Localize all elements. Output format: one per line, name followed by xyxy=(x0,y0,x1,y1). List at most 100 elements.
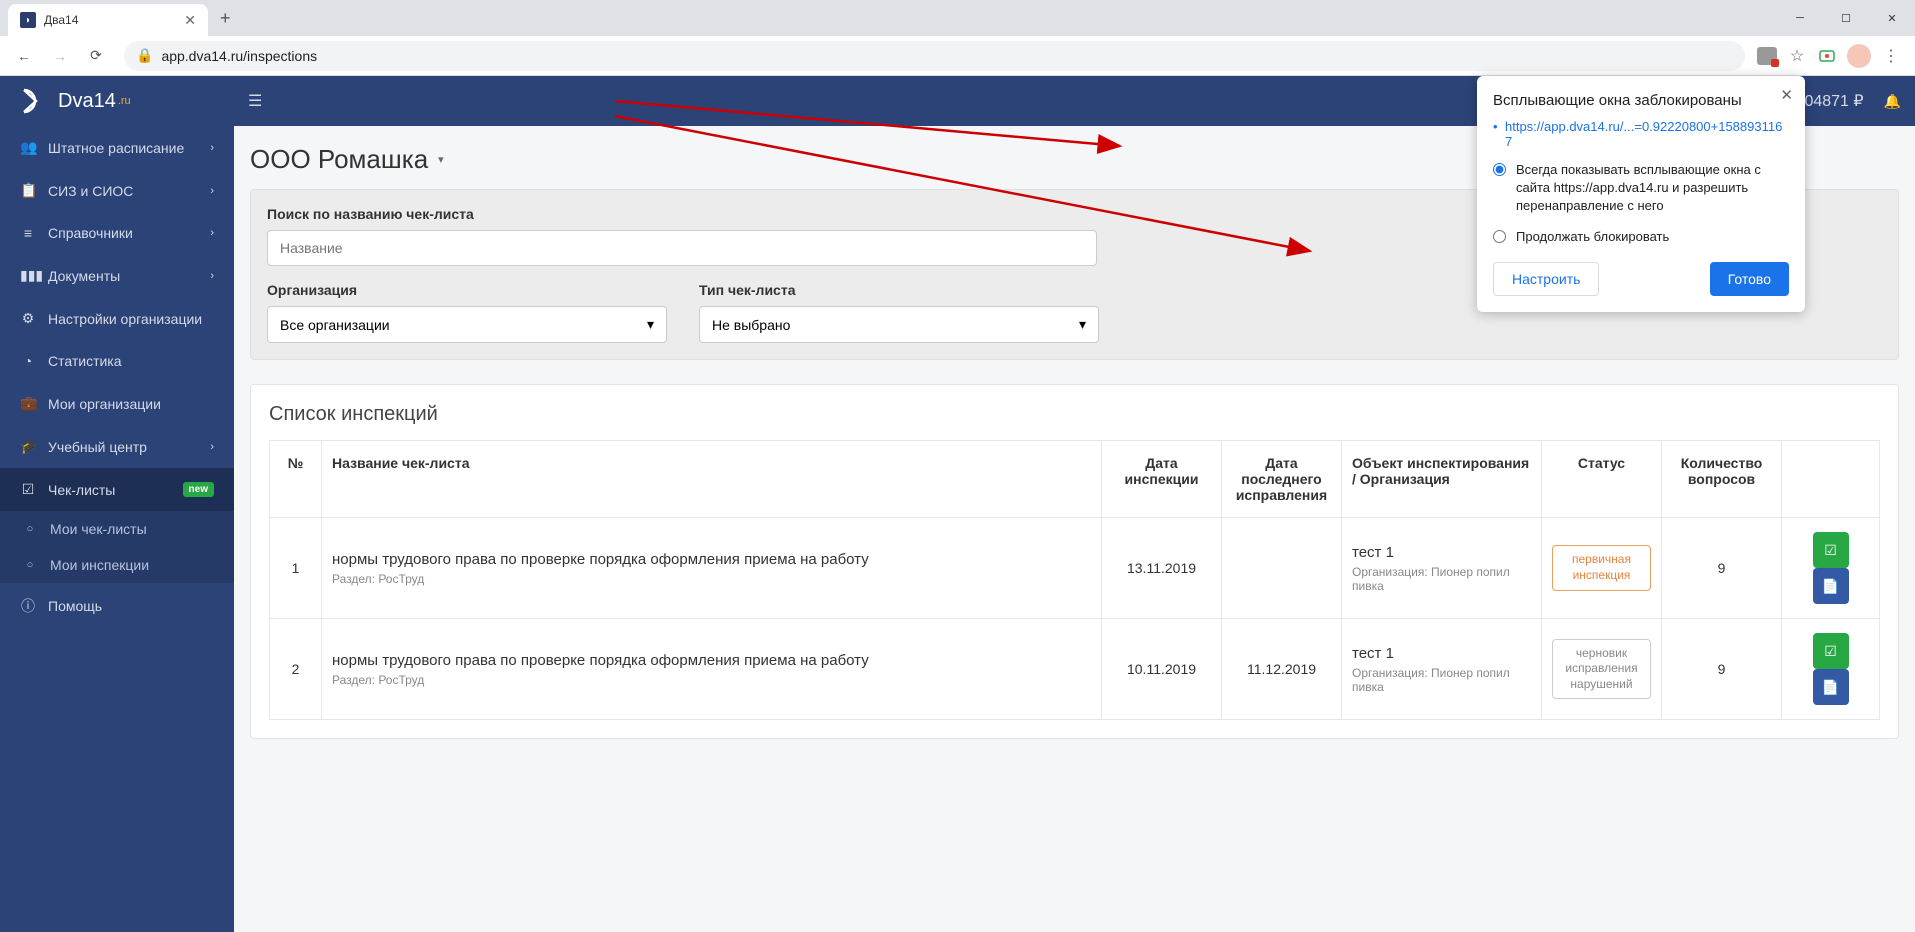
status-badge: черновик исправления нарушений xyxy=(1552,639,1651,700)
done-button[interactable]: Готово xyxy=(1710,262,1789,296)
browser-tab[interactable]: ◗ Два14 ✕ xyxy=(8,4,208,36)
th-count: Количество вопросов xyxy=(1662,441,1782,518)
close-window-button[interactable]: ✕ xyxy=(1869,0,1915,36)
chevron-down-icon: ▾ xyxy=(647,316,654,333)
maximize-button[interactable]: ☐ xyxy=(1823,0,1869,36)
table-header-row: № Название чек-листа Дата инспекции Дата… xyxy=(270,441,1880,518)
logo-suffix: .ru xyxy=(118,95,131,107)
logo[interactable]: Dva14 .ru xyxy=(0,76,234,126)
new-badge: new xyxy=(183,482,214,497)
sidebar: Dva14 .ru 👥Штатное расписание› 📋 СИЗ и СИО… xyxy=(0,76,234,932)
cell-date: 13.11.2019 xyxy=(1102,518,1222,619)
sidebar-item-1[interactable]: 📋СИЗ и СИОС› xyxy=(0,169,234,212)
menu-icon: ◔ xyxy=(20,353,36,369)
menu-icon: 📋 xyxy=(20,182,36,199)
bookmark-icon[interactable]: ☆ xyxy=(1787,46,1807,66)
forward-button[interactable]: → xyxy=(44,40,76,72)
check-button[interactable]: ☑ xyxy=(1813,633,1849,669)
cell-num: 2 xyxy=(270,619,322,720)
sidebar-item-4[interactable]: ⚙Настройки организации xyxy=(0,297,234,340)
table-row: 2 нормы трудового права по проверке поря… xyxy=(270,619,1880,720)
check-button[interactable]: ☑ xyxy=(1813,532,1849,568)
status-badge: первичная инспекция xyxy=(1552,545,1651,590)
reload-button[interactable]: ⟳ xyxy=(80,40,112,72)
menu-icon: ▮▮▮ xyxy=(20,267,36,284)
logo-icon xyxy=(20,86,50,116)
address-bar[interactable]: 🔒 app.dva14.ru/inspections xyxy=(124,41,1745,71)
cell-status: первичная инспекция xyxy=(1542,518,1662,619)
type-select[interactable]: Не выбрано ▾ xyxy=(699,306,1099,343)
popup-blocked-link[interactable]: https://app.dva14.ru/...=0.92220800+1588… xyxy=(1493,119,1789,149)
sidebar-item-11[interactable]: ⓘПомощь xyxy=(0,583,234,629)
menu-label: Чек-листы xyxy=(48,482,115,498)
chevron-right-icon: › xyxy=(210,270,214,282)
menu-label: Документы xyxy=(48,268,120,284)
window-controls: ─ ☐ ✕ xyxy=(1777,0,1915,36)
menu-label: СИЗ и СИОС xyxy=(48,183,133,199)
close-tab-icon[interactable]: ✕ xyxy=(184,12,196,29)
document-button[interactable]: 📄 xyxy=(1813,669,1849,705)
org-label: Организация xyxy=(267,282,667,298)
back-button[interactable]: ← xyxy=(8,40,40,72)
th-object: Объект инспектирования / Организация xyxy=(1342,441,1542,518)
tab-strip: ◗ Два14 ✕ + ─ ☐ ✕ xyxy=(0,0,1915,36)
sidebar-item-9[interactable]: ○Мои чек-листы xyxy=(0,511,234,547)
balance-display: 104871 ₽ xyxy=(1796,91,1864,111)
cell-status: черновик исправления нарушений xyxy=(1542,619,1662,720)
th-status: Статус xyxy=(1542,441,1662,518)
document-button[interactable]: 📄 xyxy=(1813,568,1849,604)
radio-block-input[interactable] xyxy=(1493,230,1506,243)
chevron-right-icon: › xyxy=(210,441,214,453)
menu-icon: 🎓 xyxy=(20,438,36,455)
chrome-menu-icon[interactable]: ⋮ xyxy=(1881,46,1901,66)
profile-avatar[interactable] xyxy=(1847,44,1871,68)
hamburger-icon[interactable]: ☰ xyxy=(248,91,262,111)
th-date-fix: Дата последнего исправления xyxy=(1222,441,1342,518)
chevron-down-icon: ▾ xyxy=(1079,316,1086,333)
sidebar-item-6[interactable]: 💼 Мои организации xyxy=(0,382,234,425)
cell-object: тест 1 Организация: Пионер попил пивка xyxy=(1342,518,1542,619)
menu-label: Мои инспекции xyxy=(50,557,149,573)
menu-label: Штатное расписание xyxy=(48,140,184,156)
radio-block[interactable]: Продолжать блокировать xyxy=(1493,228,1789,246)
th-num: № xyxy=(270,441,322,518)
menu-icon: ⚙ xyxy=(20,310,36,327)
menu-label: Мои чек-листы xyxy=(50,521,147,537)
type-label: Тип чек-листа xyxy=(699,282,1099,298)
cell-actions: ☑ 📄 xyxy=(1782,518,1880,619)
close-icon[interactable]: ✕ xyxy=(1780,86,1793,104)
lock-icon: 🔒 xyxy=(136,47,153,64)
new-tab-button[interactable]: + xyxy=(208,8,243,29)
radio-allow-input[interactable] xyxy=(1493,163,1506,176)
minimize-button[interactable]: ─ xyxy=(1777,0,1823,36)
menu-label: Учебный центр xyxy=(48,439,147,455)
bell-icon[interactable]: 🔔 xyxy=(1884,93,1901,110)
sidebar-item-5[interactable]: ◔Статистика xyxy=(0,340,234,382)
popup-blocked-dialog: ✕ Всплывающие окна заблокированы https:/… xyxy=(1477,76,1805,312)
radio-allow[interactable]: Всегда показывать всплывающие окна с сай… xyxy=(1493,161,1789,216)
th-name: Название чек-листа xyxy=(322,441,1102,518)
sidebar-item-7[interactable]: 🎓 Учебный центр › xyxy=(0,425,234,468)
menu-icon: ○ xyxy=(22,559,38,571)
menu-icon: ☑ xyxy=(20,481,36,498)
sidebar-item-8[interactable]: ☑ Чек-листы new xyxy=(0,468,234,511)
search-input[interactable] xyxy=(267,230,1097,266)
logo-text: Dva14 xyxy=(58,90,116,113)
sidebar-item-3[interactable]: ▮▮▮ Документы › xyxy=(0,254,234,297)
extension-icon[interactable] xyxy=(1817,46,1837,66)
table-row: 1 нормы трудового права по проверке поря… xyxy=(270,518,1880,619)
menu-label: Мои организации xyxy=(48,396,161,412)
settings-button[interactable]: Настроить xyxy=(1493,262,1599,296)
sidebar-item-0[interactable]: 👥Штатное расписание› xyxy=(0,126,234,169)
sidebar-item-2[interactable]: ≡Справочники› xyxy=(0,212,234,254)
list-title: Список инспекций xyxy=(269,403,1880,426)
org-select[interactable]: Все организации ▾ xyxy=(267,306,667,343)
sidebar-item-10[interactable]: ○ Мои инспекции xyxy=(0,547,234,583)
cell-count: 9 xyxy=(1662,619,1782,720)
popup-title: Всплывающие окна заблокированы xyxy=(1493,92,1789,109)
popup-blocked-icon[interactable] xyxy=(1757,46,1777,66)
menu-icon: 💼 xyxy=(20,395,36,412)
cell-date-fix: 11.12.2019 xyxy=(1222,619,1342,720)
inspections-table: № Название чек-листа Дата инспекции Дата… xyxy=(269,440,1880,720)
browser-chrome: ◗ Два14 ✕ + ─ ☐ ✕ ← → ⟳ 🔒 app.dva14.ru/i… xyxy=(0,0,1915,76)
